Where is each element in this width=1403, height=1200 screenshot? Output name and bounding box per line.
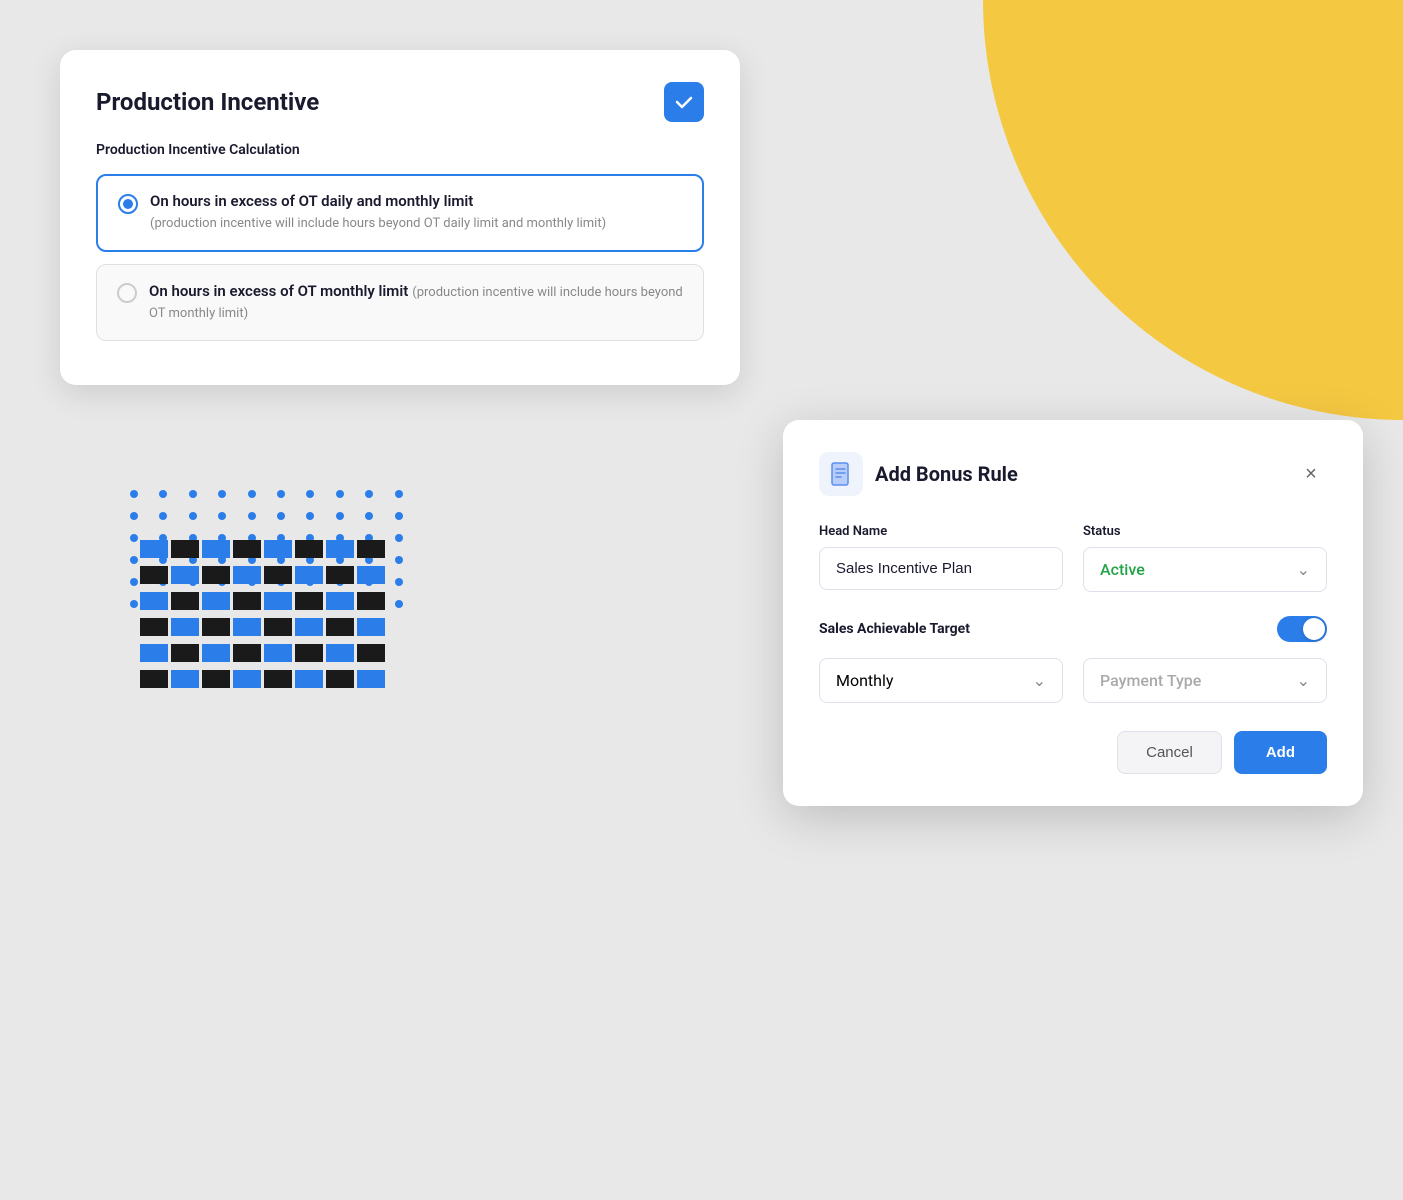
cancel-button[interactable]: Cancel	[1117, 731, 1222, 774]
dot	[130, 556, 138, 564]
card-header: Production Incentive	[96, 82, 704, 122]
production-card-title: Production Incentive	[96, 88, 319, 116]
check-button[interactable]	[664, 82, 704, 122]
dot	[306, 490, 314, 498]
dot	[395, 578, 403, 586]
dot	[277, 512, 285, 520]
status-select[interactable]: Active ⌄	[1083, 547, 1327, 592]
monthly-group: Monthly ⌄	[819, 658, 1063, 703]
head-name-group: Head Name	[819, 524, 1063, 592]
stripe-bars-decoration	[140, 540, 385, 696]
close-button[interactable]: ×	[1295, 458, 1327, 490]
add-button[interactable]: Add	[1234, 731, 1327, 774]
dot	[395, 556, 403, 564]
dot	[130, 534, 138, 542]
status-value: Active	[1100, 560, 1145, 579]
head-name-label: Head Name	[819, 524, 1063, 539]
dialog-title-group: Add Bonus Rule	[819, 452, 1018, 496]
radio-option-2[interactable]: On hours in excess of OT monthly limit (…	[96, 264, 704, 341]
sales-target-toggle[interactable]	[1277, 616, 1327, 642]
status-group: Status Active ⌄	[1083, 524, 1327, 592]
dot	[130, 600, 138, 608]
dot	[395, 600, 403, 608]
dialog-header: Add Bonus Rule ×	[819, 452, 1327, 496]
payment-type-group: Payment Type ⌄	[1083, 658, 1327, 703]
dot	[218, 512, 226, 520]
dot	[395, 534, 403, 542]
dialog-title: Add Bonus Rule	[875, 462, 1018, 486]
dot	[189, 512, 197, 520]
monthly-chevron-icon: ⌄	[1033, 671, 1046, 690]
dot	[336, 512, 344, 520]
dialog-footer: Cancel Add	[819, 731, 1327, 774]
radio-circle-2	[117, 283, 137, 303]
dot	[159, 512, 167, 520]
dot	[277, 490, 285, 498]
add-bonus-rule-dialog: Add Bonus Rule × Head Name Status Active…	[783, 420, 1363, 806]
monthly-select[interactable]: Monthly ⌄	[819, 658, 1063, 703]
production-subtitle: Production Incentive Calculation	[96, 142, 704, 158]
radio-option-2-label: On hours in excess of OT monthly limit	[149, 282, 408, 300]
radio-option-1-text: On hours in excess of OT daily and month…	[150, 192, 606, 234]
dot	[189, 490, 197, 498]
radio-option-1-description: (production incentive will include hours…	[150, 214, 606, 234]
production-incentive-card: Production Incentive Production Incentiv…	[60, 50, 740, 385]
yellow-decorative-shape	[983, 0, 1403, 420]
dot	[395, 512, 403, 520]
radio-option-1-label: On hours in excess of OT daily and month…	[150, 192, 606, 210]
bonus-rule-icon	[828, 461, 854, 487]
form-row-2: Monthly ⌄ Payment Type ⌄	[819, 658, 1327, 703]
checkmark-icon	[673, 91, 695, 113]
radio-circle-1	[118, 194, 138, 214]
dot	[218, 490, 226, 498]
dot	[306, 512, 314, 520]
dot	[130, 512, 138, 520]
radio-option-1[interactable]: On hours in excess of OT daily and month…	[96, 174, 704, 252]
sales-target-label: Sales Achievable Target	[819, 621, 970, 637]
dot	[336, 490, 344, 498]
toggle-knob	[1303, 618, 1325, 640]
dot	[248, 512, 256, 520]
dot	[365, 490, 373, 498]
dot	[395, 490, 403, 498]
dot	[248, 490, 256, 498]
payment-type-select[interactable]: Payment Type ⌄	[1083, 658, 1327, 703]
dialog-icon	[819, 452, 863, 496]
form-row-1: Head Name Status Active ⌄	[819, 524, 1327, 592]
radio-option-2-text: On hours in excess of OT monthly limit (…	[149, 281, 683, 324]
dot	[130, 490, 138, 498]
monthly-value: Monthly	[836, 671, 893, 690]
dot	[130, 578, 138, 586]
status-label: Status	[1083, 524, 1327, 539]
dot	[159, 490, 167, 498]
dot	[365, 512, 373, 520]
payment-type-chevron-icon: ⌄	[1297, 671, 1310, 690]
status-chevron-icon: ⌄	[1297, 560, 1310, 579]
sales-target-row: Sales Achievable Target	[819, 616, 1327, 642]
payment-type-placeholder: Payment Type	[1100, 671, 1201, 690]
head-name-input[interactable]	[819, 547, 1063, 590]
